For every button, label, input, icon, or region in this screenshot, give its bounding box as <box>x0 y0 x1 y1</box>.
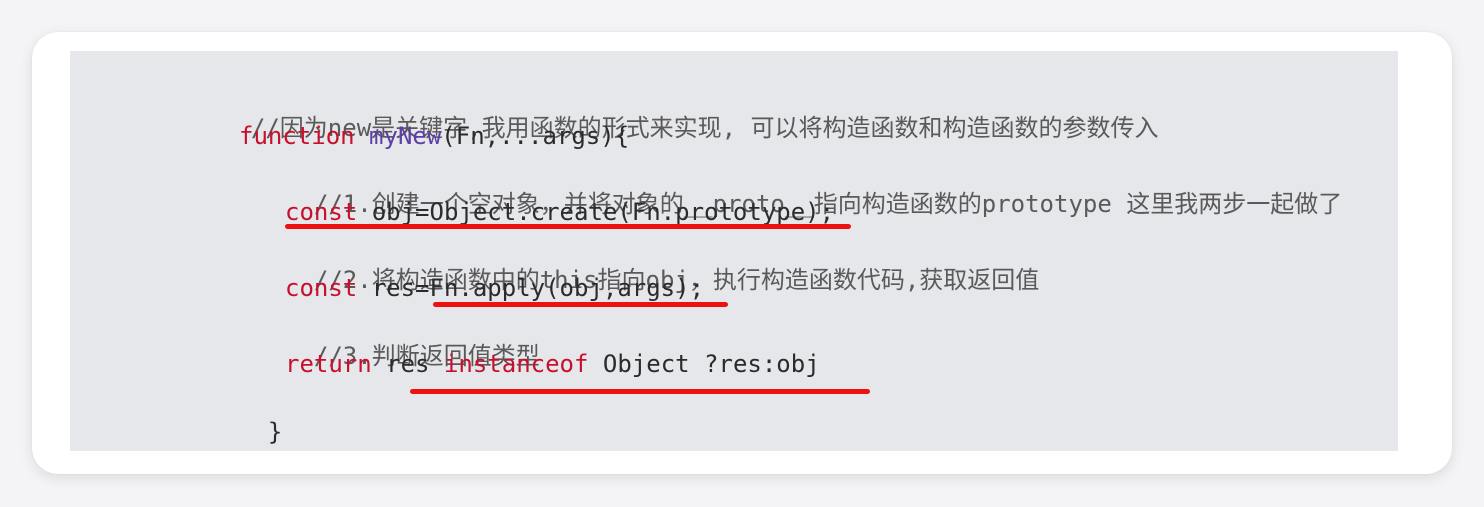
statement-text: Object ?res:obj <box>588 350 820 378</box>
red-underline-apply <box>433 302 728 307</box>
code-line-create-object: const obj=Object.create(Fn.prototype); <box>285 197 834 227</box>
code-line-return: return res instanceof Object ?res:obj <box>285 349 820 379</box>
keyword-instanceof: instanceof <box>443 350 589 378</box>
red-underline-return <box>410 389 870 394</box>
red-underline-create <box>285 224 851 229</box>
statement-text: obj=Object.create(Fn.prototype); <box>357 198 835 226</box>
keyword-const: const <box>285 198 358 226</box>
function-name: myNew <box>369 122 442 150</box>
statement-text: res=Fn.apply(obj,args); <box>357 274 705 302</box>
closing-brace: } <box>267 418 283 446</box>
code-line-apply: const res=Fn.apply(obj,args); <box>285 273 704 303</box>
code-line-function-declaration: function myNew(Fn,...args){ <box>239 121 629 151</box>
function-params: (Fn,...args){ <box>441 122 630 150</box>
statement-text: res <box>371 350 444 378</box>
code-line-closing-brace: } <box>239 387 282 447</box>
keyword-const: const <box>285 274 358 302</box>
keyword-return: return <box>285 350 372 378</box>
keyword-function: function <box>239 122 355 150</box>
